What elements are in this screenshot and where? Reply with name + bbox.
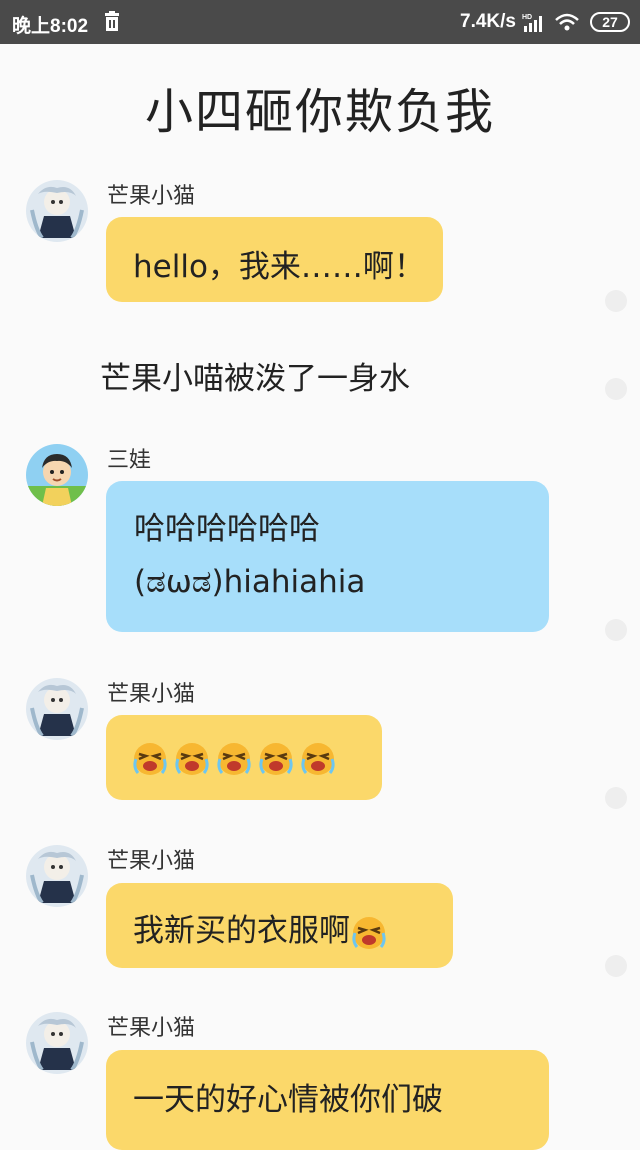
crying-face-emoji bbox=[215, 741, 253, 777]
scroll-dot bbox=[605, 619, 627, 641]
avatar-mango-cat[interactable] bbox=[26, 678, 88, 740]
scroll-dot bbox=[605, 290, 627, 312]
message-text: 一天的好心情被你们破 bbox=[133, 1082, 443, 1118]
page-title: 小四砸你欺负我 bbox=[144, 84, 495, 140]
avatar-mango-cat[interactable] bbox=[26, 845, 88, 907]
crying-face-emoji bbox=[173, 741, 211, 777]
status-time: 晚上8:02 bbox=[12, 16, 89, 37]
crying-face-emoji bbox=[350, 915, 388, 951]
chat-bubble[interactable]: 我新买的衣服啊 bbox=[106, 883, 453, 968]
scroll-dot bbox=[605, 787, 627, 809]
crying-face-emoji bbox=[131, 741, 169, 777]
message-text-line1: 哈哈哈哈哈哈 bbox=[134, 511, 320, 547]
narration-text: 芒果小喵被泼了一身水 bbox=[100, 361, 410, 397]
crying-face-emoji bbox=[257, 741, 295, 777]
chat-bubble[interactable] bbox=[106, 715, 382, 800]
avatar-mango-cat[interactable] bbox=[26, 1012, 88, 1074]
avatar-san-wa[interactable] bbox=[26, 444, 88, 506]
sender-name: 芒果小猫 bbox=[107, 682, 196, 707]
chat-bubble[interactable]: hello，我来……啊！ bbox=[106, 217, 443, 302]
scroll-dot bbox=[605, 378, 627, 400]
message-text: hello，我来……啊！ bbox=[133, 249, 425, 285]
battery-icon: 27 bbox=[590, 12, 630, 32]
message-text: 我新买的衣服啊 bbox=[133, 913, 350, 949]
scroll-dot bbox=[605, 955, 627, 977]
crying-face-emoji bbox=[299, 741, 337, 777]
message-text-line2: (ಡωಡ)hiahiahia bbox=[134, 564, 366, 600]
network-speed: 7.4K/s bbox=[460, 11, 516, 32]
chat-bubble[interactable]: 哈哈哈哈哈哈 (ಡωಡ)hiahiahia bbox=[106, 481, 549, 632]
signal-hd-label: HD bbox=[522, 14, 532, 21]
sender-name: 芒果小猫 bbox=[107, 184, 196, 209]
chat-bubble[interactable]: 一天的好心情被你们破 bbox=[106, 1050, 549, 1150]
signal-icon: HD bbox=[522, 14, 542, 32]
wifi-icon bbox=[555, 13, 579, 31]
sender-name: 芒果小猫 bbox=[107, 1016, 196, 1041]
sender-name: 芒果小猫 bbox=[107, 849, 196, 874]
status-bar: 晚上8:02 7.4K/s HD 27 bbox=[0, 0, 640, 44]
sender-name: 三娃 bbox=[107, 448, 152, 473]
avatar-mango-cat[interactable] bbox=[26, 180, 88, 242]
trash-icon bbox=[105, 11, 119, 31]
